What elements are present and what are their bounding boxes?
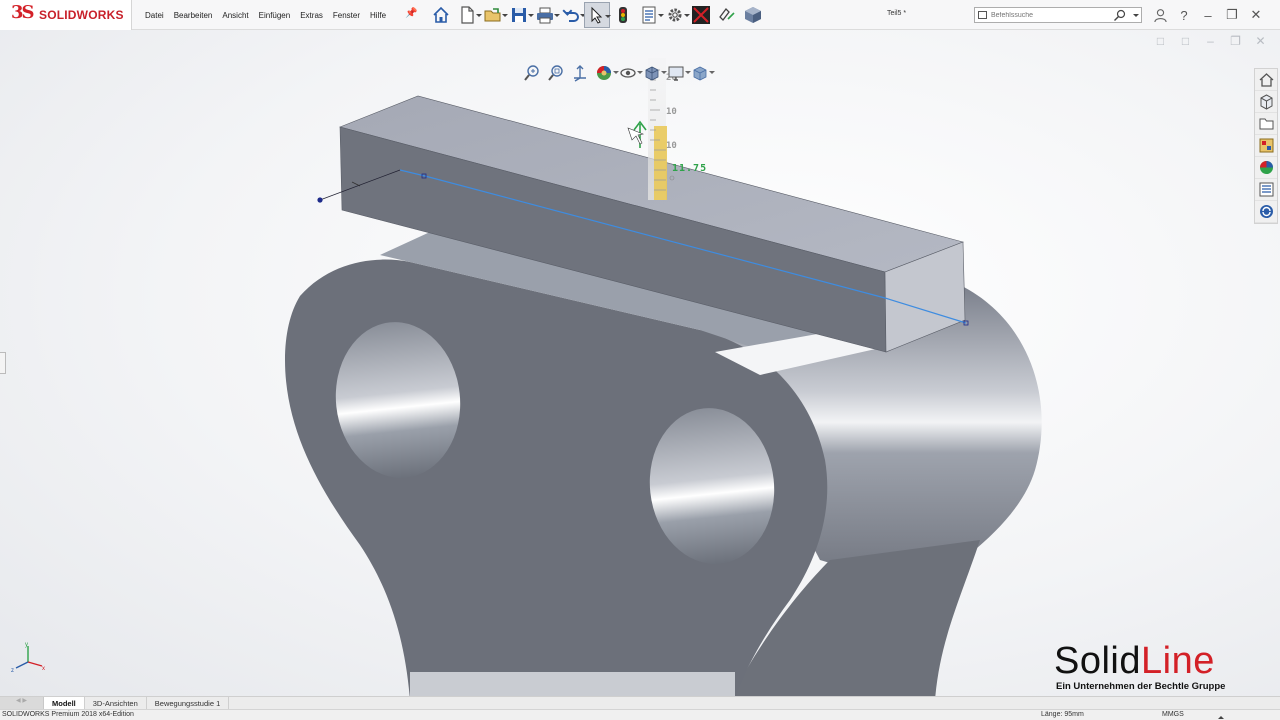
menu-item-datei[interactable]: Datei bbox=[145, 11, 164, 20]
save-icon[interactable] bbox=[506, 2, 534, 28]
menu-item-fenster[interactable]: Fenster bbox=[333, 11, 360, 20]
help-icon[interactable]: ? bbox=[1172, 4, 1196, 26]
tab-3d-ansichten[interactable]: 3D-Ansichten bbox=[85, 697, 147, 709]
search-icon[interactable] bbox=[1113, 9, 1127, 22]
heads-up-view-toolbar bbox=[520, 62, 715, 84]
zoom-to-area-icon[interactable] bbox=[544, 62, 568, 84]
open-icon[interactable] bbox=[480, 2, 508, 28]
tab-bewegungsstudie[interactable]: Bewegungsstudie 1 bbox=[147, 697, 230, 709]
menu-item-einfuegen[interactable]: Einfügen bbox=[259, 11, 291, 20]
file-properties-icon[interactable] bbox=[636, 2, 664, 28]
restore-icon[interactable]: ❐ bbox=[1220, 4, 1244, 26]
minimize-icon[interactable]: – bbox=[1196, 4, 1220, 26]
command-search[interactable] bbox=[974, 7, 1142, 23]
display-style-icon[interactable] bbox=[664, 62, 691, 84]
appearances-icon[interactable] bbox=[1255, 157, 1277, 179]
tab-modell[interactable]: Modell bbox=[44, 697, 85, 709]
ruler-tick-label: 10 bbox=[666, 141, 677, 151]
menu-item-extras[interactable]: Extras bbox=[300, 11, 323, 20]
tile-right-icon[interactable]: □ bbox=[1173, 34, 1198, 52]
status-units[interactable]: MMGS bbox=[1162, 711, 1184, 718]
doc-restore-icon[interactable]: ❐ bbox=[1223, 34, 1248, 52]
print-icon[interactable] bbox=[532, 2, 560, 28]
doc-close-icon[interactable]: ✕ bbox=[1248, 34, 1273, 52]
triad-x-label: x bbox=[42, 666, 45, 672]
sketch-icon[interactable] bbox=[688, 2, 714, 28]
triad-y-label: y bbox=[25, 642, 28, 648]
status-product: SOLIDWORKS Premium 2018 x64-Edition bbox=[2, 711, 134, 718]
reference-triad: y x z bbox=[11, 642, 45, 674]
brand-name: SolidLine bbox=[1054, 640, 1215, 683]
feature-manager-expand-handle[interactable] bbox=[0, 352, 6, 374]
tile-left-icon[interactable]: □ bbox=[1148, 34, 1173, 52]
solidworks-forum-icon[interactable] bbox=[1255, 201, 1277, 223]
brand-name-part2: Line bbox=[1141, 640, 1215, 682]
home-icon[interactable] bbox=[428, 2, 454, 28]
document-title: Teil5 * bbox=[887, 10, 907, 17]
search-dropdown-icon[interactable] bbox=[1133, 14, 1139, 20]
units-dropdown-icon[interactable] bbox=[1218, 713, 1224, 719]
menu-bar: Datei Bearbeiten Ansicht Einfügen Extras… bbox=[145, 0, 396, 30]
logo-text: SOLIDWORKS bbox=[39, 8, 124, 22]
menu-item-hilfe[interactable]: Hilfe bbox=[370, 11, 386, 20]
menu-item-bearbeiten[interactable]: Bearbeiten bbox=[174, 11, 213, 20]
tab-navigation-arrows[interactable]: ◀ ▶ bbox=[0, 697, 44, 709]
select-icon[interactable] bbox=[584, 2, 611, 28]
custom-properties-icon[interactable] bbox=[1255, 179, 1277, 201]
title-bar: 3S SOLIDWORKS Datei Bearbeiten Ansicht E… bbox=[0, 0, 1280, 30]
view-palette-icon[interactable] bbox=[1255, 135, 1277, 157]
status-bar: SOLIDWORKS Premium 2018 x64-Edition Läng… bbox=[0, 709, 1280, 720]
previous-view-icon[interactable] bbox=[568, 62, 592, 84]
triad-z-label: z bbox=[11, 668, 14, 674]
search-input[interactable] bbox=[991, 9, 1111, 21]
brand-tagline: Ein Unternehmen der Bechtle Gruppe bbox=[1056, 681, 1226, 692]
task-pane bbox=[1254, 68, 1278, 224]
extrude-depth-value[interactable]: 11.75 bbox=[672, 163, 707, 174]
brand-name-part1: Solid bbox=[1054, 640, 1141, 682]
model-tabs: ◀ ▶ Modell 3D-Ansichten Bewegungsstudie … bbox=[0, 696, 1280, 709]
zoom-to-fit-icon[interactable] bbox=[520, 62, 544, 84]
home-icon[interactable] bbox=[1255, 69, 1277, 91]
ds-logo-mark: 3S bbox=[11, 2, 34, 23]
solidworks-logo[interactable]: 3S SOLIDWORKS bbox=[0, 0, 132, 30]
section-view-icon[interactable] bbox=[592, 62, 619, 84]
model-scene[interactable]: 20 10 10 bbox=[0, 30, 1280, 696]
hide-show-icon[interactable] bbox=[616, 62, 643, 84]
pin-menu-icon[interactable]: 📌 bbox=[405, 8, 417, 20]
user-account-icon[interactable] bbox=[1148, 4, 1172, 26]
undo-icon[interactable] bbox=[558, 2, 586, 28]
graphics-area[interactable]: 20 10 10 11.75 □ □ – ❐ ✕ y x z SolidLine… bbox=[0, 30, 1280, 696]
status-length: Länge: 95mm bbox=[1041, 711, 1084, 718]
file-explorer-icon[interactable] bbox=[1255, 113, 1277, 135]
view-orientation-icon[interactable] bbox=[640, 62, 667, 84]
document-window-controls: □ □ – ❐ ✕ bbox=[1148, 34, 1273, 52]
smart-dimension-icon[interactable] bbox=[714, 2, 740, 28]
solidline-logo: SolidLine Ein Unternehmen der Bechtle Gr… bbox=[1054, 640, 1274, 696]
design-library-icon[interactable] bbox=[1255, 91, 1277, 113]
solidworks-window: 3S SOLIDWORKS Datei Bearbeiten Ansicht E… bbox=[0, 0, 1280, 720]
rebuild-icon[interactable] bbox=[610, 2, 636, 28]
standard-toolbar bbox=[428, 1, 766, 29]
options-icon[interactable] bbox=[662, 2, 690, 28]
window-controls: ? – ❐ ✕ bbox=[1148, 4, 1268, 26]
cube-icon[interactable] bbox=[740, 2, 766, 28]
doc-minimize-icon[interactable]: – bbox=[1198, 34, 1223, 52]
ruler-tick-label: 10 bbox=[666, 107, 677, 117]
menu-item-ansicht[interactable]: Ansicht bbox=[222, 11, 248, 20]
search-scope-icon[interactable] bbox=[978, 11, 987, 19]
close-icon[interactable]: ✕ bbox=[1244, 4, 1268, 26]
new-document-icon[interactable] bbox=[454, 2, 482, 28]
apply-scene-icon[interactable] bbox=[688, 62, 715, 84]
